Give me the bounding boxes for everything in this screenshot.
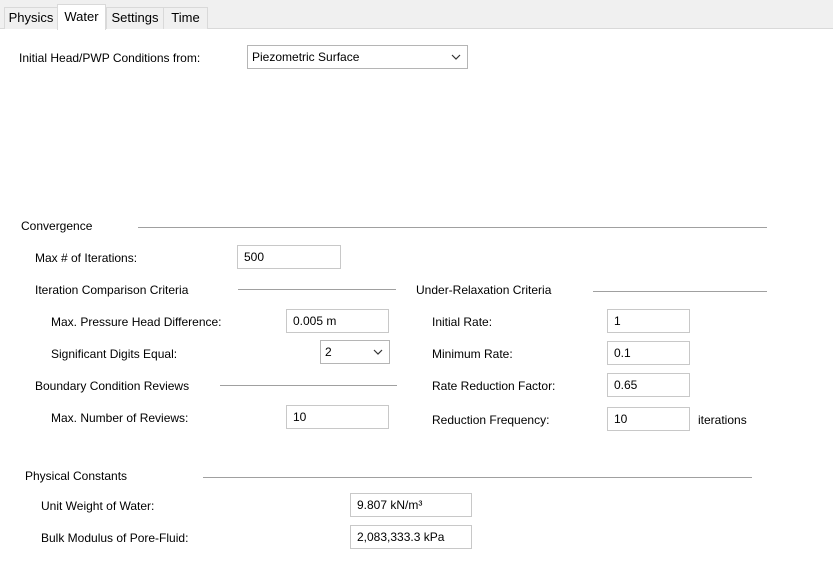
pressure-head-label: Max. Pressure Head Difference: (51, 315, 222, 329)
reduction-frequency-label: Reduction Frequency: (432, 413, 550, 427)
iteration-comparison-divider (238, 289, 396, 290)
max-iterations-label: Max # of Iterations: (35, 251, 138, 265)
tab-water[interactable]: Water (57, 4, 106, 30)
initial-conditions-label: Initial Head/PWP Conditions from: (19, 51, 201, 65)
reduction-frequency-unit: iterations (698, 413, 747, 427)
physical-constants-divider (203, 477, 752, 478)
chevron-down-icon (451, 54, 461, 60)
iteration-comparison-heading: Iteration Comparison Criteria (35, 283, 189, 297)
boundary-reviews-heading: Boundary Condition Reviews (35, 379, 190, 393)
sig-digits-value: 2 (325, 345, 332, 359)
minimum-rate-label: Minimum Rate: (432, 347, 513, 361)
sig-digits-label: Significant Digits Equal: (51, 347, 178, 361)
reduction-factor-label: Rate Reduction Factor: (432, 379, 556, 393)
sig-digits-select[interactable]: 2 (320, 340, 390, 364)
chevron-down-icon (373, 349, 383, 355)
max-reviews-label: Max. Number of Reviews: (51, 411, 189, 425)
unit-weight-input[interactable]: 9.807 kN/m³ (350, 493, 472, 517)
max-reviews-input[interactable]: 10 (286, 405, 389, 429)
water-settings-panel: Physics Water Settings Time Initial Head… (0, 0, 833, 577)
initial-rate-label: Initial Rate: (432, 315, 493, 329)
initial-rate-input[interactable]: 1 (607, 309, 690, 333)
under-relaxation-divider (593, 291, 767, 292)
under-relaxation-heading: Under-Relaxation Criteria (416, 283, 552, 297)
bulk-modulus-label: Bulk Modulus of Pore-Fluid: (41, 531, 189, 545)
bulk-modulus-input[interactable]: 2,083,333.3 kPa (350, 525, 472, 549)
boundary-reviews-divider (220, 385, 397, 386)
physical-constants-heading: Physical Constants (25, 469, 128, 483)
reduction-factor-input[interactable]: 0.65 (607, 373, 690, 397)
pressure-head-input[interactable]: 0.005 m (286, 309, 389, 333)
convergence-heading: Convergence (21, 219, 93, 233)
initial-conditions-select[interactable]: Piezometric Surface (247, 45, 468, 69)
tab-physics[interactable]: Physics (4, 7, 58, 29)
max-iterations-input[interactable]: 500 (237, 245, 341, 269)
minimum-rate-input[interactable]: 0.1 (607, 341, 690, 365)
unit-weight-label: Unit Weight of Water: (41, 499, 155, 513)
initial-conditions-value: Piezometric Surface (252, 50, 360, 64)
reduction-frequency-input[interactable]: 10 (607, 407, 690, 431)
tab-time[interactable]: Time (163, 7, 208, 29)
tab-settings[interactable]: Settings (106, 7, 164, 29)
tab-strip: Physics Water Settings Time (0, 0, 833, 30)
convergence-divider (138, 227, 767, 228)
